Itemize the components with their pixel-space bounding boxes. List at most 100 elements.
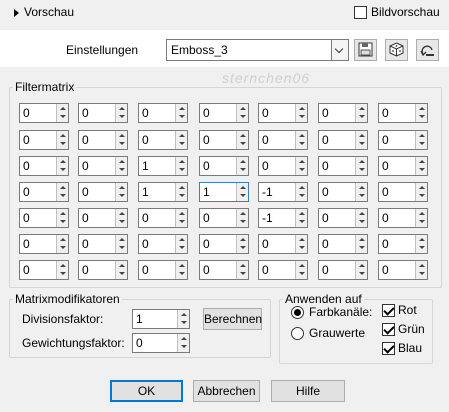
spin-arrows-icon[interactable] xyxy=(175,131,187,149)
spin-arrows-icon[interactable] xyxy=(177,334,189,352)
matrix-cell-r6-c3[interactable]: 0 xyxy=(199,260,249,280)
matrix-cell-r1-c0[interactable]: 0 xyxy=(19,130,69,150)
spin-arrows-icon[interactable] xyxy=(295,183,307,201)
spin-arrows-icon[interactable] xyxy=(295,157,307,175)
matrix-cell-r0-c0[interactable]: 0 xyxy=(19,103,69,123)
matrix-cell-r1-c5[interactable]: 0 xyxy=(318,130,368,150)
spin-arrows-icon[interactable] xyxy=(415,209,427,227)
matrix-cell-r1-c1[interactable]: 0 xyxy=(78,130,128,150)
spin-arrows-icon[interactable] xyxy=(175,261,187,279)
expand-triangle-icon[interactable] xyxy=(14,9,19,17)
spin-arrows-icon[interactable] xyxy=(236,261,248,279)
preview-checkbox[interactable] xyxy=(354,6,367,19)
spin-arrows-icon[interactable] xyxy=(295,209,307,227)
preset-combobox[interactable]: Emboss_3 xyxy=(166,39,349,61)
matrix-cell-r3-c2[interactable]: 1 xyxy=(138,182,188,202)
save-preset-button[interactable] xyxy=(354,39,377,61)
matrix-cell-r4-c1[interactable]: 0 xyxy=(78,208,128,228)
spin-arrows-icon[interactable] xyxy=(56,104,68,122)
matrix-cell-r2-c4[interactable]: 0 xyxy=(258,156,308,176)
spin-arrows-icon[interactable] xyxy=(56,131,68,149)
spin-arrows-icon[interactable] xyxy=(295,261,307,279)
matrix-cell-r6-c2[interactable]: 0 xyxy=(138,260,188,280)
spin-arrows-icon[interactable] xyxy=(56,209,68,227)
spin-arrows-icon[interactable] xyxy=(415,131,427,149)
spin-arrows-icon[interactable] xyxy=(415,157,427,175)
matrix-cell-r5-c3[interactable]: 0 xyxy=(199,234,249,254)
matrix-cell-r3-c1[interactable]: 0 xyxy=(78,182,128,202)
bias-spinbox[interactable]: 0 xyxy=(132,333,190,353)
matrix-cell-r0-c6[interactable]: 0 xyxy=(378,103,428,123)
matrix-cell-r5-c1[interactable]: 0 xyxy=(78,234,128,254)
matrix-cell-r1-c2[interactable]: 0 xyxy=(138,130,188,150)
reset-button[interactable] xyxy=(416,39,439,61)
matrix-cell-r1-c6[interactable]: 0 xyxy=(378,130,428,150)
matrix-cell-r4-c0[interactable]: 0 xyxy=(19,208,69,228)
spin-arrows-icon[interactable] xyxy=(415,104,427,122)
spin-arrows-icon[interactable] xyxy=(56,261,68,279)
spin-arrows-icon[interactable] xyxy=(295,104,307,122)
cancel-button[interactable]: Abbrechen xyxy=(193,380,260,402)
matrix-cell-r6-c5[interactable]: 0 xyxy=(318,260,368,280)
matrix-cell-r3-c6[interactable]: 0 xyxy=(378,182,428,202)
matrix-cell-r4-c3[interactable]: 0 xyxy=(199,208,249,228)
matrix-cell-r5-c2[interactable]: 0 xyxy=(138,234,188,254)
matrix-cell-r5-c0[interactable]: 0 xyxy=(19,234,69,254)
blue-checkbox[interactable] xyxy=(382,342,395,355)
matrix-cell-r2-c0[interactable]: 0 xyxy=(19,156,69,176)
help-button[interactable]: Hilfe xyxy=(271,380,345,402)
channels-radio[interactable] xyxy=(291,306,304,319)
ok-button[interactable]: OK xyxy=(110,380,183,402)
matrix-cell-r4-c2[interactable]: 0 xyxy=(138,208,188,228)
spin-arrows-icon[interactable] xyxy=(175,183,187,201)
spin-arrows-icon[interactable] xyxy=(236,183,248,201)
spin-arrows-icon[interactable] xyxy=(236,235,248,253)
matrix-cell-r6-c1[interactable]: 0 xyxy=(78,260,128,280)
matrix-cell-r2-c5[interactable]: 0 xyxy=(318,156,368,176)
spin-arrows-icon[interactable] xyxy=(236,157,248,175)
spin-arrows-icon[interactable] xyxy=(415,183,427,201)
matrix-cell-r0-c4[interactable]: 0 xyxy=(258,103,308,123)
spin-arrows-icon[interactable] xyxy=(355,157,367,175)
matrix-cell-r1-c4[interactable]: 0 xyxy=(258,130,308,150)
matrix-cell-r5-c6[interactable]: 0 xyxy=(378,234,428,254)
spin-arrows-icon[interactable] xyxy=(175,157,187,175)
matrix-cell-r2-c2[interactable]: 1 xyxy=(138,156,188,176)
matrix-cell-r2-c1[interactable]: 0 xyxy=(78,156,128,176)
matrix-cell-r0-c1[interactable]: 0 xyxy=(78,103,128,123)
spin-arrows-icon[interactable] xyxy=(236,209,248,227)
matrix-cell-r6-c4[interactable]: 0 xyxy=(258,260,308,280)
spin-arrows-icon[interactable] xyxy=(56,183,68,201)
matrix-cell-r1-c3[interactable]: 0 xyxy=(199,130,249,150)
spin-arrows-icon[interactable] xyxy=(56,235,68,253)
matrix-cell-r0-c2[interactable]: 0 xyxy=(138,103,188,123)
matrix-cell-r2-c3[interactable]: 0 xyxy=(199,156,249,176)
spin-arrows-icon[interactable] xyxy=(236,104,248,122)
spin-arrows-icon[interactable] xyxy=(115,104,127,122)
matrix-cell-r6-c6[interactable]: 0 xyxy=(378,260,428,280)
matrix-cell-r4-c4[interactable]: -1 xyxy=(258,208,308,228)
random-button[interactable] xyxy=(385,39,408,61)
matrix-cell-r5-c4[interactable]: 0 xyxy=(258,234,308,254)
spin-arrows-icon[interactable] xyxy=(115,261,127,279)
spin-arrows-icon[interactable] xyxy=(295,131,307,149)
matrix-cell-r5-c5[interactable]: 0 xyxy=(318,234,368,254)
matrix-cell-r6-c0[interactable]: 0 xyxy=(19,260,69,280)
spin-arrows-icon[interactable] xyxy=(415,261,427,279)
matrix-cell-r3-c4[interactable]: -1 xyxy=(258,182,308,202)
spin-arrows-icon[interactable] xyxy=(415,235,427,253)
spin-arrows-icon[interactable] xyxy=(175,104,187,122)
matrix-cell-r4-c6[interactable]: 0 xyxy=(378,208,428,228)
green-checkbox[interactable] xyxy=(382,323,395,336)
spin-arrows-icon[interactable] xyxy=(355,104,367,122)
spin-arrows-icon[interactable] xyxy=(115,183,127,201)
spin-arrows-icon[interactable] xyxy=(355,261,367,279)
compute-button[interactable]: Berechnen xyxy=(203,308,262,330)
matrix-cell-r0-c3[interactable]: 0 xyxy=(199,103,249,123)
matrix-cell-r3-c5[interactable]: 0 xyxy=(318,182,368,202)
matrix-cell-r3-c3[interactable]: 1 xyxy=(199,182,249,202)
spin-arrows-icon[interactable] xyxy=(56,157,68,175)
matrix-cell-r3-c0[interactable]: 0 xyxy=(19,182,69,202)
red-checkbox[interactable] xyxy=(382,304,395,317)
spin-arrows-icon[interactable] xyxy=(115,235,127,253)
